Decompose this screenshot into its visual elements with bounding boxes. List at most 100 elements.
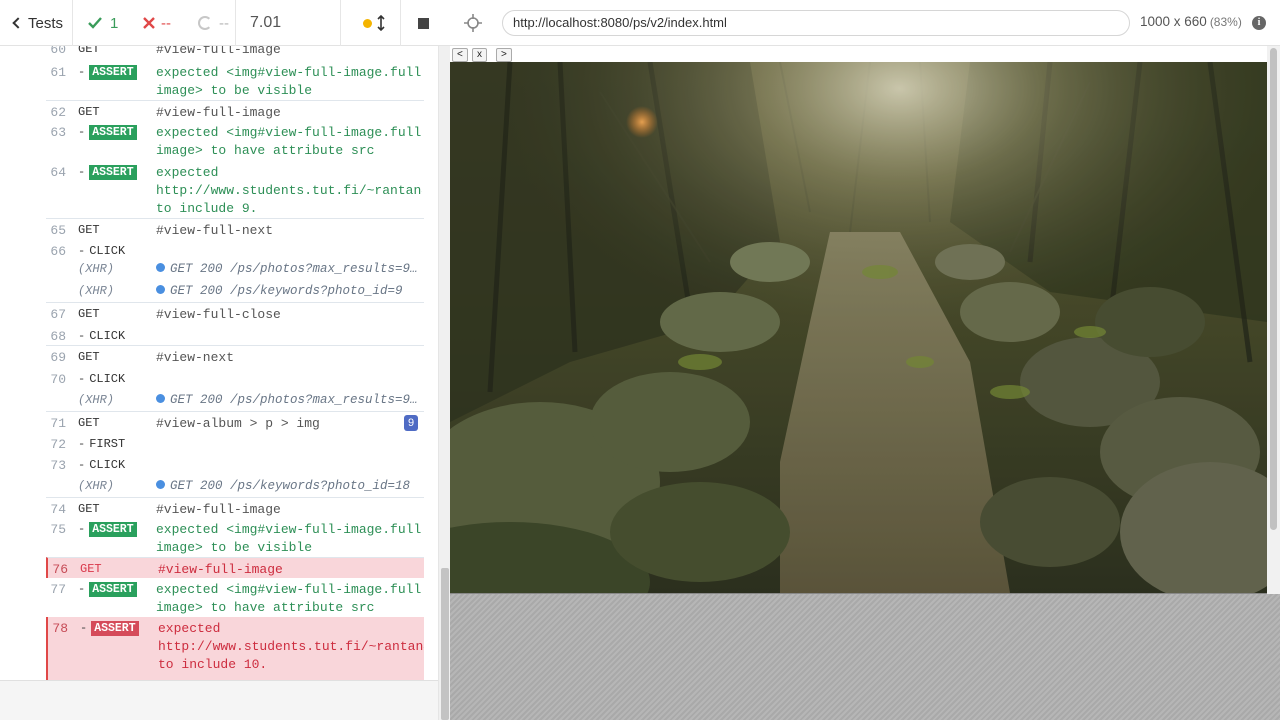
command-number: 78 — [52, 621, 68, 636]
method-label: CLICK — [89, 244, 126, 258]
failed-stat: -- — [143, 0, 171, 46]
child-method: - CLICK — [78, 372, 125, 386]
xhr-row[interactable]: (XHR) GET 200 /ps/keywords?photo_id=9 — [46, 280, 424, 301]
xhr-label: (XHR) — [78, 284, 115, 298]
message-line: expected <img#view-full-image.full- — [156, 125, 422, 140]
child-dash: - — [80, 621, 88, 635]
reporter-scrollbar[interactable] — [438, 46, 450, 720]
message-line: to include 9. — [156, 201, 258, 216]
element-count-badge: 9 — [404, 415, 418, 431]
command-number: 75 — [50, 522, 66, 537]
command-row[interactable]: 71 GET #view-album > p > img 9 — [46, 411, 424, 432]
spinner-icon — [198, 16, 212, 30]
method-label: CLICK — [89, 458, 126, 472]
xhr-status-icon — [156, 394, 165, 403]
reporter-footer — [0, 680, 438, 720]
method-label: CLICK — [89, 372, 126, 386]
command-number: 65 — [50, 223, 66, 238]
command-number: 62 — [50, 105, 66, 120]
command-row[interactable]: 78- ASSERT expected http://www.students.tu… — [46, 617, 424, 680]
method-label: GET — [78, 46, 100, 56]
failed-count: -- — [161, 14, 171, 32]
command-row[interactable]: 74 GET #view-full-image — [46, 497, 424, 518]
passed-stat: 1 — [88, 0, 118, 46]
header-divider — [340, 0, 341, 46]
assert-message: expected <img#view-full-image.full-image… — [156, 522, 422, 558]
message-line: http://www.students.tut.fi/~rantan4... — [156, 183, 422, 198]
next-image-button[interactable]: > — [496, 48, 512, 62]
assert-method: - ASSERT — [78, 65, 137, 80]
check-icon — [88, 17, 102, 29]
selector-text: #view-full-image — [156, 105, 281, 120]
xhr-message: GET 200 /ps/keywords?photo_id=18 — [156, 479, 422, 493]
app-scrollbar[interactable] — [1267, 46, 1280, 594]
child-method: - CLICK — [78, 329, 125, 343]
method-label: FIRST — [89, 437, 126, 451]
command-number: 64 — [50, 165, 66, 180]
method-label: GET — [78, 416, 100, 430]
assert-method: - ASSERT — [80, 621, 139, 636]
xhr-row[interactable]: (XHR) GET 200 /ps/keywords?photo_id=18 — [46, 475, 424, 496]
xhr-label: (XHR) — [78, 479, 115, 493]
command-row[interactable]: 65 GET #view-full-next — [46, 218, 424, 239]
tests-back-button[interactable]: Tests — [0, 0, 72, 46]
auto-scroll-toggle[interactable] — [363, 0, 385, 46]
command-row[interactable]: 60 GET #view-full-image — [46, 46, 424, 59]
stop-button[interactable] — [418, 0, 429, 46]
xhr-status-icon — [156, 480, 165, 489]
xhr-row[interactable]: (XHR) GET 200 /ps/photos?max_results=9&..… — [46, 389, 424, 410]
child-method: - CLICK — [78, 458, 125, 472]
pending-count: -- — [219, 14, 229, 32]
command-number: 69 — [50, 350, 66, 365]
command-number: 66 — [50, 244, 66, 259]
command-number: 71 — [50, 416, 66, 431]
command-row[interactable]: 62 GET #view-full-image — [46, 100, 424, 121]
child-dash: - — [78, 372, 86, 386]
command-row[interactable]: 64 - ASSERT expected http://www.students.tu… — [46, 161, 424, 225]
method-label: GET — [80, 562, 102, 576]
assert-method: - ASSERT — [78, 165, 137, 180]
duration: 7.01 — [250, 14, 282, 31]
url-bar[interactable]: http://localhost:8080/ps/v2/index.html — [502, 10, 1130, 36]
info-icon[interactable]: i — [1252, 16, 1266, 30]
command-row[interactable]: 67 GET #view-full-close — [46, 302, 424, 323]
xhr-row[interactable]: (XHR) GET 200 /ps/photos?max_results=9&..… — [46, 258, 424, 279]
assert-badge: ASSERT — [91, 621, 139, 636]
command-row[interactable]: 76 GET #view-full-image — [46, 557, 424, 578]
child-dash: - — [78, 582, 86, 596]
assert-message: expected http://www.students.tut.fi/~ran… — [156, 165, 422, 219]
assert-message: expected <img#view-full-image.full-image… — [156, 125, 422, 161]
app-scrollbar-thumb[interactable] — [1270, 48, 1277, 530]
xhr-text: GET 200 /ps/keywords?photo_id=9 — [170, 284, 403, 298]
child-dash: - — [78, 437, 86, 451]
child-dash: - — [78, 125, 86, 139]
stop-icon — [418, 17, 429, 29]
command-row[interactable]: 70- CLICK — [46, 368, 424, 389]
message-line: image> to be visible — [156, 540, 313, 555]
child-method: - FIRST — [78, 437, 125, 451]
message-line: image> to have attribute src — [156, 600, 375, 615]
close-image-button[interactable]: x — [472, 48, 487, 62]
prev-image-button[interactable]: < — [452, 48, 468, 62]
command-number: 67 — [50, 307, 66, 322]
command-number: 76 — [52, 562, 68, 577]
crosshair-icon[interactable] — [464, 14, 482, 32]
assert-badge: ASSERT — [89, 165, 137, 180]
command-number: 61 — [50, 65, 66, 80]
arrows-updown-icon — [377, 15, 385, 31]
command-row[interactable]: 69 GET #view-next — [46, 345, 424, 366]
scrollbar-thumb[interactable] — [441, 568, 449, 720]
pending-stat: -- — [198, 0, 229, 46]
assert-message: expected http://www.students.tut.fi/~ran… — [158, 621, 424, 675]
assert-badge: ASSERT — [89, 125, 137, 140]
selector-text: #view-album > p > img — [156, 416, 320, 431]
command-row[interactable]: 72- FIRST — [46, 433, 424, 454]
method-label: CLICK — [89, 329, 126, 343]
command-row[interactable]: 73- CLICK — [46, 454, 424, 475]
xhr-text: GET 200 /ps/photos?max_results=9&... — [170, 393, 422, 407]
command-row[interactable]: 68- CLICK — [46, 325, 424, 346]
aut-header: http://localhost:8080/ps/v2/index.html 1… — [450, 0, 1280, 46]
child-dash: - — [78, 65, 86, 79]
app-iframe: < x > — [450, 46, 1280, 594]
command-number: 77 — [50, 582, 66, 597]
